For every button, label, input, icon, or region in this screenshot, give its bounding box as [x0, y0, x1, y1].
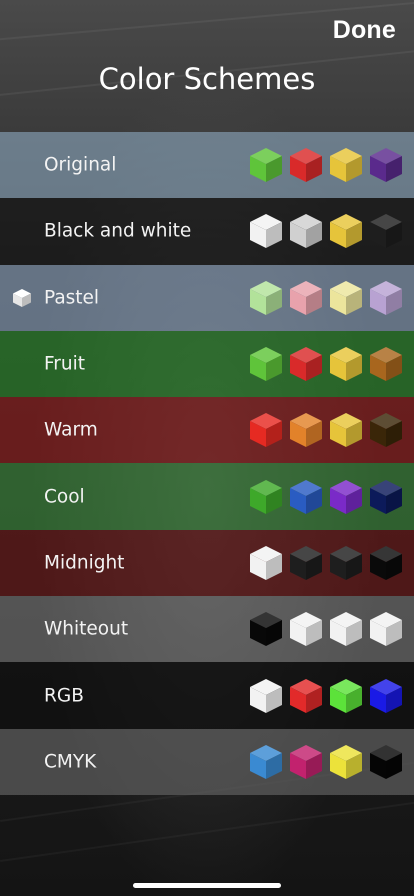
scheme-row-warm[interactable]: Warm — [0, 397, 414, 464]
color-cube-swatch — [330, 280, 362, 315]
color-cube-swatch — [290, 347, 322, 382]
color-cube-swatch — [370, 744, 402, 779]
color-swatches — [248, 677, 404, 715]
color-cube-swatch — [290, 678, 322, 713]
scheme-label: Original — [44, 154, 117, 176]
scheme-label: Pastel — [44, 287, 100, 309]
color-swatches — [248, 544, 404, 582]
color-cube-swatch — [250, 612, 282, 647]
scheme-list: Original Black and white Pastel Fruit Wa… — [0, 132, 414, 795]
color-cube-swatch — [290, 413, 322, 448]
color-cube-swatch — [330, 744, 362, 779]
color-cube-swatch — [290, 612, 322, 647]
color-cube-swatch — [290, 479, 322, 514]
scheme-label: Whiteout — [44, 618, 129, 640]
color-swatches — [248, 279, 404, 317]
color-swatches — [248, 345, 404, 383]
color-cube-swatch — [330, 678, 362, 713]
color-cube-swatch — [250, 214, 282, 249]
color-swatches — [248, 743, 404, 781]
color-cube-swatch — [330, 545, 362, 580]
home-indicator[interactable] — [133, 883, 281, 888]
color-cube-swatch — [250, 148, 282, 183]
color-cube-swatch — [370, 545, 402, 580]
scheme-label: Midnight — [44, 552, 125, 574]
scheme-label: Warm — [44, 419, 98, 441]
scheme-row-cool[interactable]: Cool — [0, 463, 414, 530]
scheme-row-midnight[interactable]: Midnight — [0, 529, 414, 597]
scheme-row-fruit[interactable]: Fruit — [0, 330, 414, 398]
page-title: Color Schemes — [98, 62, 316, 96]
color-cube-swatch — [370, 479, 402, 514]
color-cube-swatch — [250, 678, 282, 713]
color-cube-swatch — [250, 413, 282, 448]
color-cube-swatch — [330, 214, 362, 249]
color-cube-swatch — [370, 678, 402, 713]
color-cube-swatch — [290, 545, 322, 580]
color-swatches — [248, 411, 404, 449]
scheme-row-black-and-white[interactable]: Black and white — [0, 198, 414, 265]
color-cube-swatch — [290, 744, 322, 779]
color-swatches — [248, 478, 404, 516]
color-cube-swatch — [330, 612, 362, 647]
color-cube-swatch — [330, 479, 362, 514]
color-cube-swatch — [330, 413, 362, 448]
color-cube-swatch — [250, 545, 282, 580]
scheme-row-original[interactable]: Original — [0, 132, 414, 199]
scheme-label: CMYK — [44, 751, 97, 773]
scheme-row-cmyk[interactable]: CMYK — [0, 728, 414, 795]
color-cube-swatch — [290, 148, 322, 183]
color-cube-swatch — [250, 280, 282, 315]
color-cube-swatch — [330, 148, 362, 183]
color-cube-swatch — [370, 612, 402, 647]
scheme-row-rgb[interactable]: RGB — [0, 662, 414, 729]
color-cube-swatch — [370, 413, 402, 448]
color-swatches — [248, 146, 404, 184]
color-cube-swatch — [290, 214, 322, 249]
selected-cube-icon — [13, 288, 31, 307]
color-cube-swatch — [370, 280, 402, 315]
color-cube-swatch — [290, 280, 322, 315]
scheme-row-pastel[interactable]: Pastel — [0, 264, 414, 331]
scheme-label: Black and white — [44, 220, 192, 242]
color-cube-swatch — [370, 347, 402, 382]
color-cube-swatch — [250, 744, 282, 779]
scheme-label: RGB — [44, 685, 84, 707]
scheme-label: Fruit — [44, 353, 86, 375]
color-swatches — [248, 610, 404, 648]
color-cube-swatch — [370, 148, 402, 183]
color-cube-swatch — [330, 347, 362, 382]
scheme-label: Cool — [44, 486, 85, 508]
color-cube-swatch — [250, 347, 282, 382]
color-cube-swatch — [370, 214, 402, 249]
done-button[interactable]: Done — [333, 16, 396, 45]
color-cube-swatch — [250, 479, 282, 514]
color-swatches — [248, 212, 404, 250]
scheme-row-whiteout[interactable]: Whiteout — [0, 596, 414, 663]
